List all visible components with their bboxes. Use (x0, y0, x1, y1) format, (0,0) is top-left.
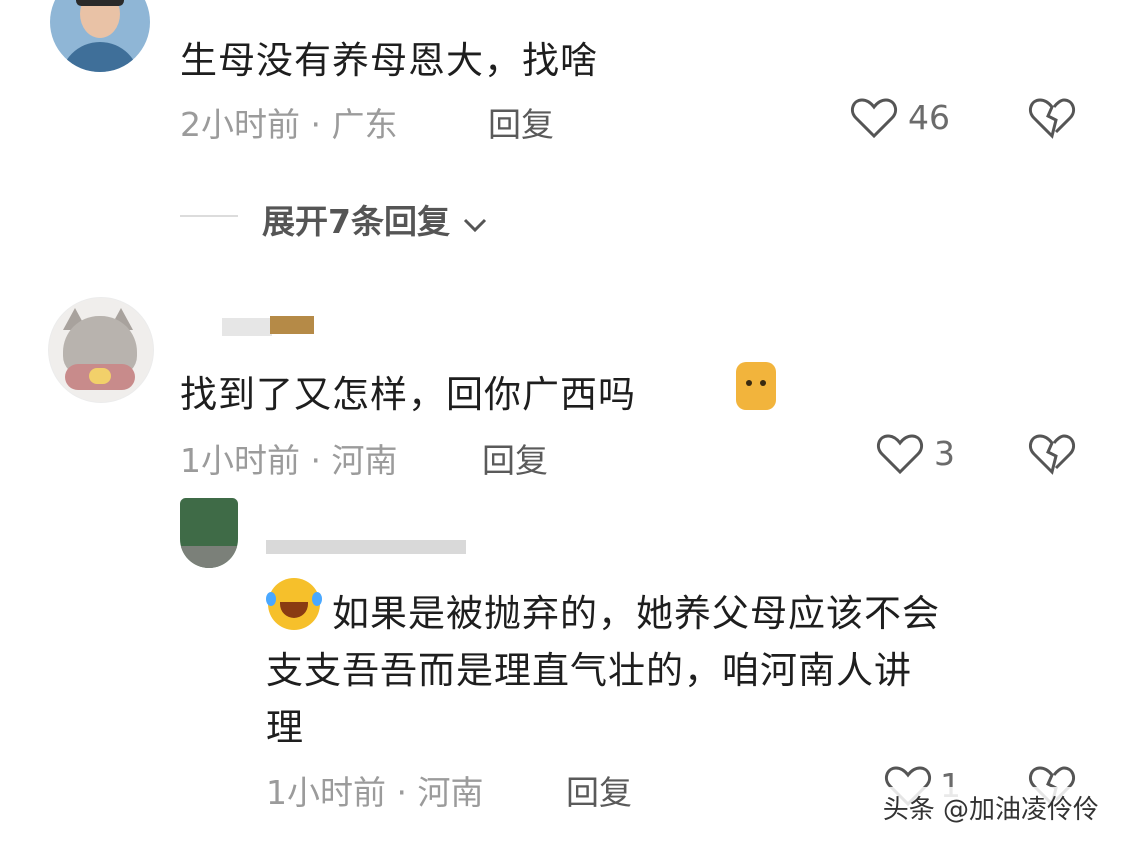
comment-text: 生母没有养母恩大，找啥 (180, 39, 598, 82)
reply-text-line1: 如果是被抛弃的，她养父母应该不会 (332, 592, 940, 635)
dislike-icon[interactable] (1028, 96, 1076, 140)
chevron-down-icon (464, 218, 487, 232)
like-count: 46 (908, 98, 950, 137)
avatar-shirt (60, 42, 140, 72)
reply-button[interactable]: 回复 (482, 434, 548, 482)
comment-meta: 1小时前 · 河南 (180, 441, 398, 480)
comment-meta: 2小时前 · 广东 (180, 105, 398, 144)
watermark: 头条 @加油凌伶伶 (876, 787, 1105, 828)
divider (180, 215, 238, 217)
avatar-bow (89, 368, 111, 384)
dislike-icon[interactable] (1028, 432, 1076, 476)
expand-replies-button[interactable]: 展开7条回复 (262, 195, 489, 243)
avatar[interactable] (50, 0, 150, 72)
laugh-emoji-icon (266, 578, 322, 630)
avatar-shade (180, 546, 238, 568)
avatar[interactable] (48, 297, 154, 403)
comment-text: 找到了又怎样，回你广西吗 (180, 373, 636, 416)
like-icon[interactable] (850, 96, 898, 140)
like-count: 3 (934, 434, 955, 473)
comment-meta: 1小时前 · 河南 (266, 773, 484, 812)
reply-text-line2: 支支吾吾而是理直气壮的，咱河南人讲 (266, 649, 912, 692)
user-badge (270, 316, 314, 334)
avatar-hair (76, 0, 124, 6)
cat-emoji-icon (736, 362, 776, 410)
reply-button[interactable]: 回复 (566, 766, 632, 814)
expand-replies-label: 展开7条回复 (262, 202, 450, 241)
like-icon[interactable] (876, 432, 924, 476)
blurred-username (266, 540, 466, 554)
reply-button[interactable]: 回复 (488, 98, 554, 146)
reply-text-line3: 理 (266, 706, 304, 749)
blurred-username (222, 318, 272, 336)
avatar[interactable] (180, 498, 238, 568)
